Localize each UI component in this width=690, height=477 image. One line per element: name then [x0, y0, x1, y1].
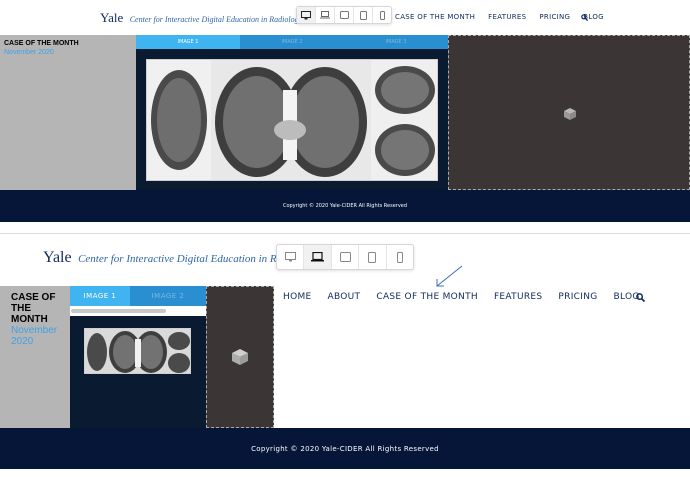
view-laptop: Yale Center for Interactive Digital Educ… [0, 233, 690, 477]
logo-subtitle: Center for Interactive Digital Education… [129, 15, 303, 24]
tablet-landscape-icon [339, 252, 351, 262]
logo-yale-2: Yale [43, 249, 72, 266]
case-month: November 2020 [4, 49, 54, 56]
case-panel-2: CASE OF THE MONTH November 2020 [0, 286, 70, 428]
site-footer: Copyright © 2020 Yale-CIDER All Rights R… [0, 190, 690, 222]
mobile-view-button[interactable] [373, 7, 391, 23]
laptop-icon [320, 11, 330, 19]
view-desktop: Yale Center for Interactive Digital Educ… [0, 0, 690, 222]
cube-icon [232, 349, 248, 365]
image-scrollbar[interactable] [70, 306, 206, 316]
nav-features[interactable]: FEATURES [488, 13, 526, 21]
laptop-icon [311, 252, 325, 262]
ct-scan-drawing-2 [85, 329, 190, 373]
case-label-line-2: THE [11, 303, 31, 314]
cube-icon [564, 108, 576, 120]
mobile-icon [396, 251, 403, 263]
search-icon[interactable] [636, 293, 645, 302]
laptop-view-button[interactable] [316, 7, 335, 23]
tablet-landscape-view-button-2[interactable] [332, 245, 360, 269]
tab-image-2-2[interactable]: IMAGE 2 [130, 286, 206, 306]
tab-image-1[interactable]: IMAGE 1 [136, 35, 240, 49]
image-tabs: IMAGE 1 IMAGE 2 IMAGE 3 [136, 35, 448, 49]
annotation-arrow [436, 265, 463, 287]
nav-case-of-the-month-2[interactable]: CASE OF THE MONTH [376, 292, 478, 302]
tablet-landscape-icon [339, 11, 349, 19]
tablet-portrait-view-button[interactable] [354, 7, 373, 23]
tablet-portrait-view-button-2[interactable] [359, 245, 387, 269]
tablet-portrait-icon [359, 10, 367, 20]
desktop-icon [301, 10, 311, 19]
desktop-view-button-2[interactable] [277, 245, 305, 269]
logo-yale: Yale [100, 10, 124, 25]
nav-pricing[interactable]: PRICING [539, 13, 570, 21]
ct-scan-image-2[interactable] [84, 328, 191, 374]
case-label-line-3: MONTH [11, 314, 48, 325]
ct-scan-drawing [147, 60, 437, 180]
footer-copyright: Copyright © 2020 Yale-CIDER All Rights R… [282, 203, 408, 209]
site-footer-2: Copyright © 2020 Yale-CIDER All Rights R… [0, 428, 690, 469]
mobile-icon [379, 10, 385, 20]
search-icon[interactable] [581, 14, 588, 21]
main-nav-2: HOME ABOUT CASE OF THE MONTH FEATURES PR… [283, 292, 640, 302]
desktop-icon [284, 252, 296, 262]
mobile-view-button-2[interactable] [387, 245, 413, 269]
nav-pricing-2[interactable]: PRICING [558, 292, 597, 302]
desktop-view-button[interactable] [297, 7, 316, 23]
nav-home[interactable]: HOME [283, 292, 312, 302]
tablet-landscape-view-button[interactable] [335, 7, 354, 23]
tablet-portrait-icon [368, 251, 377, 263]
ct-scan-image[interactable] [146, 59, 438, 181]
main-nav: CASE OF THE MONTH FEATURES PRICING BLOG [395, 13, 604, 21]
laptop-view-button-2[interactable] [304, 245, 332, 269]
case-label-line-1: CASE OF [11, 292, 56, 303]
nav-about[interactable]: ABOUT [328, 292, 361, 302]
nav-case-of-the-month[interactable]: CASE OF THE MONTH [395, 13, 475, 21]
device-toolbar [296, 6, 392, 24]
case-of-the-month-label: CASE OF THE MONTH [4, 40, 79, 47]
case-month-line-2: 2020 [11, 336, 34, 347]
image-viewer-2: IMAGE 1 IMAGE 2 [70, 286, 206, 428]
image-viewer: IMAGE 1 IMAGE 2 IMAGE 3 [136, 35, 448, 190]
nav-features-2[interactable]: FEATURES [494, 292, 542, 302]
case-panel: CASE OF THE MONTH November 2020 [0, 35, 136, 190]
device-toolbar-2 [276, 244, 414, 270]
tab-image-3[interactable]: IMAGE 3 [344, 35, 448, 49]
logo-subtitle-2: Center for Interactive Digital Education… [78, 253, 278, 265]
embed-placeholder-2[interactable] [206, 286, 274, 428]
image-tabs-2: IMAGE 1 IMAGE 2 [70, 286, 206, 306]
tab-image-1-2[interactable]: IMAGE 1 [70, 286, 130, 306]
site-header: Yale Center for Interactive Digital Educ… [0, 0, 690, 35]
tab-image-2[interactable]: IMAGE 2 [240, 35, 344, 49]
image-scrollbar-thumb[interactable] [71, 309, 166, 313]
site-header-2: Yale Center for Interactive Digital Educ… [0, 234, 690, 286]
site-logo[interactable]: Yale Center for Interactive Digital Educ… [100, 9, 302, 27]
footer-copyright-2: Copyright © 2020 Yale-CIDER All Rights R… [251, 445, 439, 453]
case-month-line-1: November [11, 325, 58, 336]
embed-placeholder[interactable] [448, 35, 690, 190]
site-logo-2[interactable]: Yale Center for Interactive Digital Educ… [43, 249, 278, 267]
